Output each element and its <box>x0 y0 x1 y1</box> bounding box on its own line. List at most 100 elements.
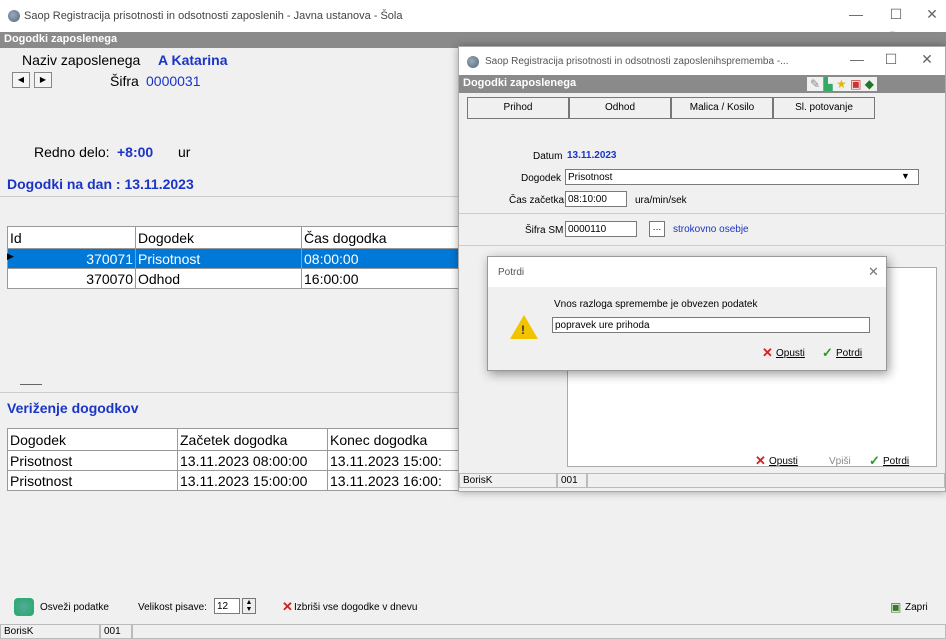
confirm-dialog-title-bar: Potrdi ✕ <box>488 257 886 287</box>
font-size-label: Velikost pisave: <box>138 602 207 613</box>
font-size-input[interactable]: 12 <box>214 598 240 614</box>
cancel-button[interactable]: Opusti <box>769 456 798 467</box>
cell[interactable]: 08:00:00 <box>301 248 459 269</box>
col-start[interactable]: Začetek dogodka <box>177 428 328 451</box>
events-title: Dogodki na dan : 13.11.2023 <box>7 176 194 192</box>
sm-desc: strokovno osebje <box>673 224 749 235</box>
events-table: Id Dogodek Čas dogodka 370071 Prisotnost… <box>7 226 459 289</box>
tab-prihod[interactable]: Prihod <box>467 97 569 119</box>
confirm-button[interactable]: Potrdi <box>883 456 909 467</box>
cell[interactable]: 13.11.2023 15:00: <box>327 450 459 471</box>
warning-mark: ! <box>521 323 525 337</box>
dialog-status-code: 001 <box>557 473 587 488</box>
dialog-toolbar: ✎ ▙ ★ ▣ ◆ <box>807 77 878 91</box>
start-time-input[interactable]: 08:10:00 <box>565 191 627 207</box>
building-icon[interactable]: ▙ <box>823 77 832 91</box>
status-code: 001 <box>100 624 132 639</box>
table-row[interactable]: Prisotnost 13.11.2023 15:00:00 13.11.202… <box>7 470 459 491</box>
main-window-title: Saop Registracija prisotnosti in odsotno… <box>24 10 403 22</box>
cell[interactable]: 16:00:00 <box>301 268 459 289</box>
date-value: 13.11.2023 <box>567 150 617 161</box>
close-window-button[interactable]: ✕ <box>915 51 939 68</box>
confirm-dialog: Potrdi ✕ Vnos razloga spremembe je obvez… <box>487 256 887 371</box>
cancel-button[interactable]: Opusti <box>776 348 805 359</box>
sm-input[interactable]: 0000110 <box>565 221 637 237</box>
edit-dialog-banner-label: Dogodki zaposlenega <box>463 77 577 89</box>
cell[interactable]: Prisotnost <box>7 450 178 471</box>
cell[interactable]: 13.11.2023 16:00: <box>327 470 459 491</box>
cell[interactable]: 13.11.2023 08:00:00 <box>177 450 328 471</box>
check-icon[interactable]: ✓ <box>869 453 880 469</box>
app-icon <box>8 10 20 22</box>
font-size-spinner[interactable]: ▲ ▼ <box>242 598 256 614</box>
close-icon[interactable]: ▣ <box>890 600 901 614</box>
start-unit: ura/min/sek <box>635 195 687 206</box>
book-icon[interactable]: ◆ <box>865 77 874 91</box>
minimize-button[interactable]: — <box>845 51 869 67</box>
sm-label: Šifra SM <box>525 225 564 236</box>
code-label: Šifra <box>110 73 139 89</box>
tab-sl-potovanje[interactable]: Sl. potovanje <box>773 97 875 119</box>
confirm-button[interactable]: Potrdi <box>836 348 862 359</box>
tab-odhod[interactable]: Odhod <box>569 97 671 119</box>
dialog-status-empty <box>587 473 945 488</box>
edit-dialog-title-bar: Saop Registracija prisotnosti in odsotno… <box>459 47 945 75</box>
col-end[interactable]: Konec dogodka <box>327 428 459 451</box>
reason-input[interactable]: popravek ure prihoda <box>552 317 870 333</box>
code-value: 0000031 <box>146 73 201 89</box>
cancel-icon[interactable]: ✕ <box>762 345 773 361</box>
event-select-value: Prisotnost <box>568 172 613 183</box>
star-icon[interactable]: ★ <box>836 77 847 91</box>
col-event[interactable]: Dogodek <box>135 226 302 249</box>
chain-table: Dogodek Začetek dogodka Konec dogodka Pr… <box>7 428 459 491</box>
cell[interactable]: Prisotnost <box>135 248 302 269</box>
dialog-status-user: BorisK <box>459 473 557 488</box>
cell[interactable]: 370070 <box>7 268 136 289</box>
table-row[interactable]: Prisotnost 13.11.2023 08:00:00 13.11.202… <box>7 450 459 471</box>
edit-dialog-title: Saop Registracija prisotnosti in odsotno… <box>485 56 789 67</box>
employee-name: A Katarina <box>158 52 228 68</box>
table-row[interactable]: 370070 Odhod 16:00:00 <box>7 268 459 289</box>
check-icon[interactable]: ✓ <box>822 345 833 361</box>
maximize-button[interactable]: ☐ <box>879 51 903 68</box>
cell[interactable]: Odhod <box>135 268 302 289</box>
close-label[interactable]: Zapri <box>905 602 928 613</box>
col-event[interactable]: Dogodek <box>7 428 178 451</box>
refresh-label[interactable]: Osveži podatke <box>40 602 109 613</box>
delete-icon[interactable]: ▣ <box>850 77 861 91</box>
cell[interactable]: Prisotnost <box>7 470 178 491</box>
row-pointer-icon: ▶ <box>7 251 14 261</box>
confirm-message: Vnos razloga spremembe je obvezen podate… <box>554 299 758 310</box>
delete-icon[interactable]: ✕ <box>282 599 293 615</box>
cell[interactable]: 13.11.2023 15:00:00 <box>177 470 328 491</box>
lookup-button[interactable]: … <box>649 221 665 237</box>
regular-work-label: Redno delo: <box>34 144 110 160</box>
maximize-button[interactable]: ☐ <box>884 6 908 23</box>
date-label: Datum <box>533 151 563 162</box>
employee-label: Naziv zaposlenega <box>22 52 141 68</box>
close-icon[interactable]: ✕ <box>868 264 879 280</box>
main-banner-label: Dogodki zaposlenega <box>4 33 118 45</box>
edit-icon[interactable]: ✎ <box>810 77 820 91</box>
next-button[interactable]: ▶ <box>34 72 52 88</box>
col-id[interactable]: Id <box>7 226 136 249</box>
cancel-icon[interactable]: ✕ <box>755 453 766 469</box>
table-row[interactable]: 370071 Prisotnost 08:00:00 <box>7 248 459 269</box>
regular-work-unit: ur <box>178 144 191 160</box>
close-window-button[interactable]: ✕ <box>920 6 944 23</box>
cell[interactable]: 370071 <box>7 248 136 269</box>
regular-work-value: +8:00 <box>117 144 154 160</box>
event-select[interactable]: Prisotnost <box>565 169 919 185</box>
chevron-down-icon[interactable]: ▼ <box>901 171 910 181</box>
tab-malica[interactable]: Malica / Kosilo <box>671 97 773 119</box>
col-time[interactable]: Čas dogodka <box>301 226 459 249</box>
write-button[interactable]: Vpiši <box>829 456 851 467</box>
event-label: Dogodek <box>521 173 562 184</box>
confirm-dialog-title: Potrdi <box>498 267 525 278</box>
status-empty <box>132 624 946 639</box>
prev-button[interactable]: ◀ <box>12 72 30 88</box>
app-icon <box>467 56 479 68</box>
minimize-button[interactable]: — <box>844 6 868 22</box>
delete-all-label[interactable]: Izbriši vse dogodke v dnevu <box>294 602 417 613</box>
refresh-icon[interactable] <box>14 598 34 616</box>
